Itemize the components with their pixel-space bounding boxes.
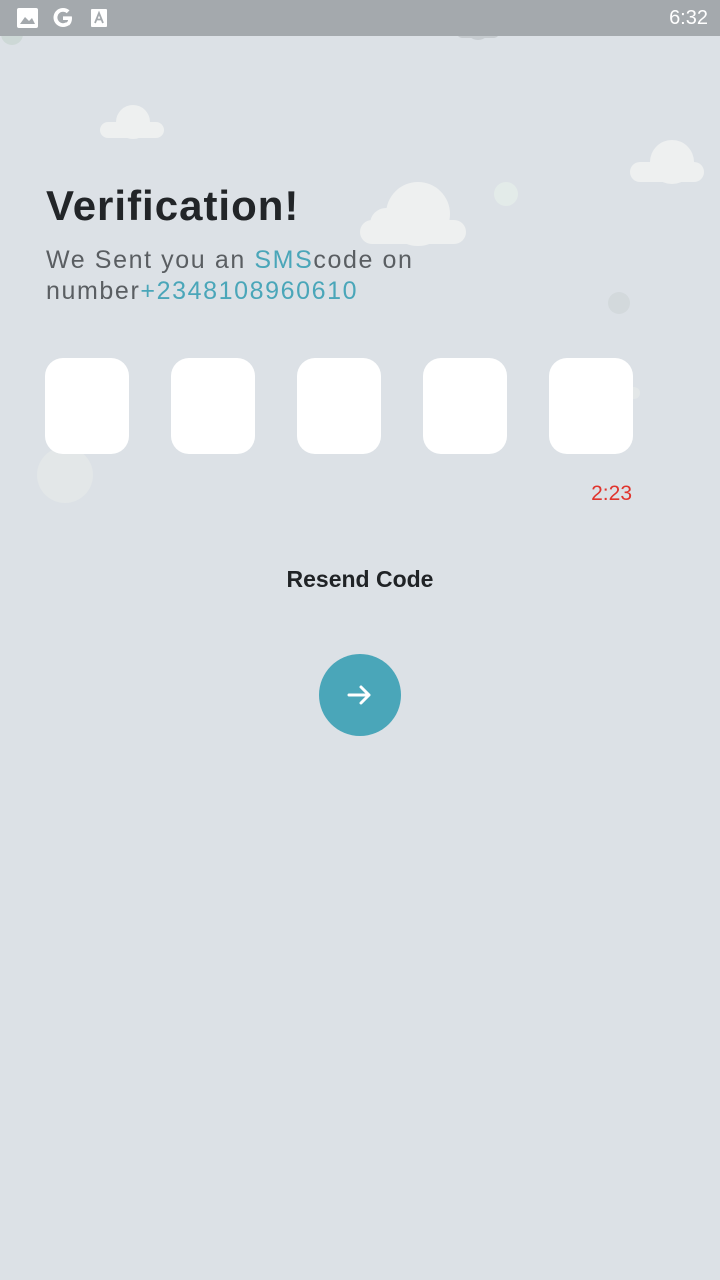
- google-icon: [51, 6, 75, 35]
- bubble-decoration: [494, 182, 518, 206]
- a-font-icon: [91, 9, 107, 32]
- otp-digit-input-4[interactable]: [423, 358, 507, 454]
- subtitle-text: We Sent you an: [46, 246, 255, 274]
- verification-subtitle: We Sent you an SMScode on number+2348108…: [46, 245, 646, 307]
- arrow-right-icon: [347, 685, 371, 705]
- phone-number: +2348108960610: [140, 277, 359, 305]
- cloud-decoration: [100, 105, 164, 139]
- otp-digit-input-1[interactable]: [45, 358, 129, 454]
- cloud-decoration: [630, 140, 704, 184]
- otp-digit-input-2[interactable]: [171, 358, 255, 454]
- page-title: Verification!: [46, 182, 300, 229]
- next-button[interactable]: [319, 654, 401, 736]
- cloud-decoration: [360, 182, 466, 246]
- countdown-timer: 2:23: [591, 482, 632, 505]
- otp-digit-input-5[interactable]: [549, 358, 633, 454]
- otp-digit-input-3[interactable]: [297, 358, 381, 454]
- verification-screen: 6:32 Verification! We Sent you an SMScod…: [0, 0, 720, 1280]
- sms-highlight: SMS: [254, 246, 314, 274]
- bubble-decoration: [37, 447, 93, 503]
- image-icon: [17, 8, 38, 33]
- status-time: 6:32: [669, 7, 708, 29]
- status-bar: 6:32: [0, 0, 720, 36]
- resend-code-button[interactable]: Resend Code: [0, 566, 720, 593]
